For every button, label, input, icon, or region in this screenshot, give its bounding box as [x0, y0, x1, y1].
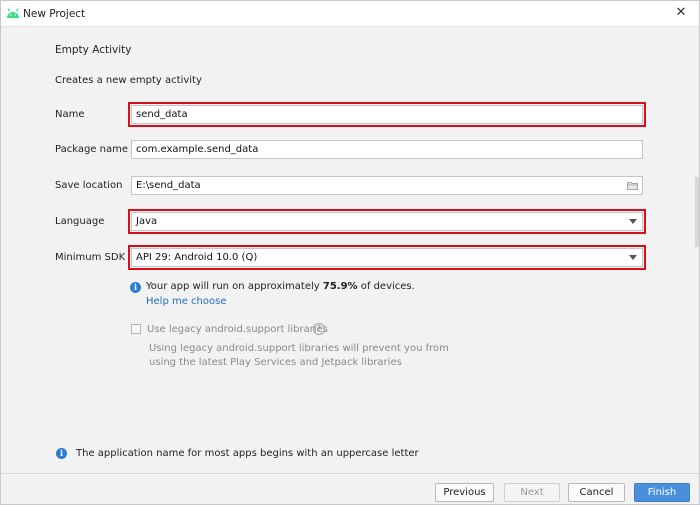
help-icon[interactable]: ? [313, 323, 325, 335]
sdk-coverage-prefix: Your app will run on approximately [146, 281, 323, 292]
cancel-button[interactable]: Cancel [568, 483, 625, 502]
info-icon: i [130, 282, 141, 293]
legacy-support-checkbox[interactable] [131, 324, 141, 334]
window-title: New Project [23, 8, 86, 20]
scrollbar[interactable] [695, 27, 699, 467]
save-location-label: Save location [55, 180, 123, 191]
info-icon: i [56, 448, 67, 459]
finish-button[interactable]: Finish [634, 483, 690, 502]
minimum-sdk-label: Minimum SDK [55, 252, 126, 263]
legacy-support-label: Use legacy android.support libraries [147, 324, 328, 335]
previous-button[interactable]: Previous [435, 483, 494, 502]
page-description: Creates a new empty activity [55, 75, 202, 86]
name-field[interactable]: send_data [128, 102, 646, 127]
chevron-down-icon [629, 219, 637, 224]
next-button[interactable]: Next [504, 483, 560, 502]
close-icon[interactable]: ✕ [673, 5, 689, 21]
package-name-label: Package name [55, 144, 128, 155]
sdk-coverage-percentage: 75.9% [322, 281, 358, 292]
save-location-field[interactable]: E:\send_data [131, 176, 643, 195]
page-title: Empty Activity [55, 44, 132, 56]
name-label: Name [55, 109, 85, 120]
save-location-value: E:\send_data [136, 180, 201, 191]
package-name-field[interactable]: com.example.send_data [131, 140, 643, 159]
sdk-coverage-text: Your app will run on approximately 75.9%… [146, 281, 415, 292]
title-bar: New Project ✕ [1, 1, 699, 27]
android-icon [7, 8, 19, 18]
sdk-coverage-suffix: of devices. [357, 281, 415, 292]
folder-icon[interactable] [627, 181, 638, 190]
help-me-choose-link[interactable]: Help me choose [146, 296, 226, 307]
language-dropdown[interactable]: Java [128, 209, 646, 234]
language-value: Java [136, 216, 158, 227]
minimum-sdk-dropdown[interactable]: API 29: Android 10.0 (Q) [128, 245, 646, 270]
app-name-notice: The application name for most apps begin… [76, 448, 419, 459]
dialog-footer: Previous Next Cancel Finish [1, 473, 699, 504]
name-value: send_data [136, 109, 188, 120]
package-name-value: com.example.send_data [136, 144, 259, 155]
new-project-dialog: New Project ✕ Empty Activity Creates a n… [0, 0, 700, 505]
language-label: Language [55, 216, 105, 227]
chevron-down-icon [629, 255, 637, 260]
legacy-support-description: Using legacy android.support libraries w… [149, 343, 449, 368]
scrollbar-thumb[interactable] [695, 177, 699, 247]
minimum-sdk-value: API 29: Android 10.0 (Q) [136, 252, 258, 263]
